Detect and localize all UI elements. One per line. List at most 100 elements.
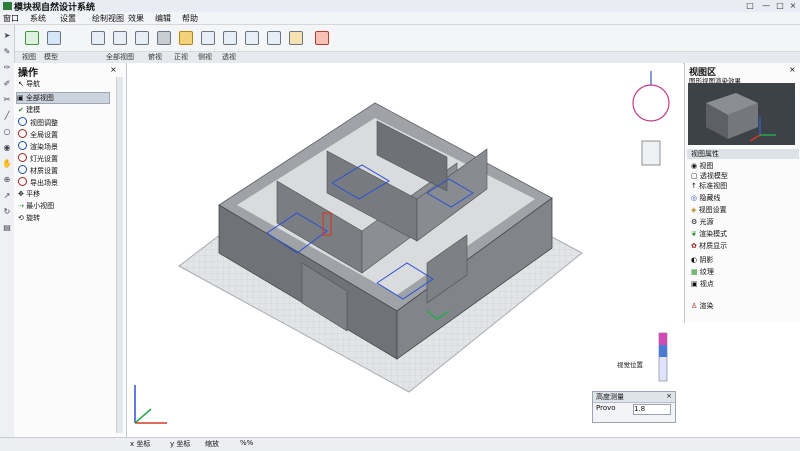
close-icon[interactable]: × xyxy=(110,65,117,74)
ops-item-all-views[interactable]: ▣ 全部视图 xyxy=(16,92,110,104)
tab-view[interactable]: 视图 xyxy=(22,52,36,62)
measure-tool-button[interactable] xyxy=(242,28,260,46)
section-header: 视图属性 xyxy=(687,149,799,159)
menu-draw-view[interactable]: 绘制视图 xyxy=(92,13,124,24)
select-icon xyxy=(25,31,39,45)
ops-scrollbar[interactable] xyxy=(116,77,123,433)
floorplan-3d-render xyxy=(134,71,670,424)
pencil-icon[interactable]: ✎ xyxy=(2,47,12,57)
tree-tool-button[interactable] xyxy=(312,28,330,46)
close-icon[interactable]: × xyxy=(789,65,796,74)
rp-item-hidden-line[interactable]: ◎ 隐藏线 xyxy=(691,193,720,203)
measure-dialog-title: 高度测量 xyxy=(596,393,624,401)
wall-tool-button[interactable] xyxy=(198,28,216,46)
circle-icon[interactable]: ○ xyxy=(2,127,12,137)
pen-icon[interactable]: ✑ xyxy=(2,63,12,73)
rp-item-render[interactable]: ♙ 渲染 xyxy=(691,301,714,311)
arrow-icon: ⇢ xyxy=(18,202,24,210)
axis-y-line xyxy=(134,408,152,424)
menu-edit[interactable]: 编辑 xyxy=(155,13,171,24)
circle-icon xyxy=(18,117,27,126)
rp-item-perspective[interactable]: ▢ 透视模型 xyxy=(691,171,728,181)
stamp-tool-button[interactable] xyxy=(176,28,194,46)
paint-icon xyxy=(267,31,281,45)
menu-window[interactable]: 窗口 xyxy=(3,13,19,24)
doc-tool-button[interactable] xyxy=(88,28,106,46)
eye-icon: ◉ xyxy=(691,162,698,170)
nav-icon: ↖ xyxy=(18,80,24,88)
select-tool-button[interactable] xyxy=(22,28,40,46)
layer-icon xyxy=(113,31,127,45)
cube-tool-button[interactable] xyxy=(154,28,172,46)
zoom-icon[interactable]: ⊕ xyxy=(2,175,12,185)
copy-tool-button[interactable] xyxy=(132,28,150,46)
edit-tool-button[interactable] xyxy=(220,28,238,46)
ops-item-light[interactable]: 灯光设置 xyxy=(18,153,58,164)
3d-viewport[interactable]: 视觉位置 xyxy=(127,63,683,437)
tab-perspective[interactable]: 透视 xyxy=(222,52,236,62)
ops-item-global[interactable]: 全局设置 xyxy=(18,129,58,140)
ops-item-pan[interactable]: ✥ 平移 xyxy=(18,189,40,199)
menu-help[interactable]: 帮助 xyxy=(182,13,198,24)
view-icon: ▣ xyxy=(17,94,24,102)
rp-item-standard[interactable]: ↑ 标准视图 xyxy=(691,181,727,191)
tab-all-views[interactable]: 全部视图 xyxy=(106,52,134,62)
eye-icon[interactable]: ◉ xyxy=(2,143,12,153)
rp-item-render-mode[interactable]: ❦ 渲染模式 xyxy=(691,229,727,239)
ops-item-render[interactable]: 渲染场景 xyxy=(18,141,58,152)
restore-button[interactable]: □ xyxy=(744,1,756,11)
settings-tool-button[interactable] xyxy=(286,28,304,46)
ops-item-view-adjust[interactable]: 视图调整 xyxy=(18,117,58,128)
rp-item-texture[interactable]: ▦ 纹理 xyxy=(691,267,714,277)
rp-item-viewpoint[interactable]: ▣ 视点 xyxy=(691,279,714,289)
measure-value-field[interactable]: 1.8 xyxy=(633,404,671,415)
ops-item-model[interactable]: ✔ 建模 xyxy=(18,105,40,115)
pointer-icon[interactable]: ➤ xyxy=(2,31,12,41)
cut-icon[interactable]: ✂ xyxy=(2,95,12,105)
menu-effect[interactable]: 效果 xyxy=(128,13,144,24)
minimize-button[interactable]: — xyxy=(760,1,772,11)
tab-side[interactable]: 侧视 xyxy=(198,52,212,62)
move-tool-button[interactable] xyxy=(44,28,62,46)
layer-tool-button[interactable] xyxy=(110,28,128,46)
close-icon[interactable]: × xyxy=(666,392,672,400)
status-percent: %% xyxy=(240,439,254,447)
main-toolbar xyxy=(14,25,800,52)
move-icon: ✥ xyxy=(18,190,24,198)
status-zoom: 缩放 xyxy=(205,440,219,448)
tree-icon xyxy=(315,31,329,45)
rp-item-shadow[interactable]: ◐ 阴影 xyxy=(691,255,713,265)
menu-settings[interactable]: 设置 xyxy=(60,13,76,24)
layer-icon[interactable]: ▤ xyxy=(2,223,12,233)
menu-system[interactable]: 系统 xyxy=(30,13,46,24)
rotate-icon[interactable]: ↻ xyxy=(2,207,12,217)
close-button[interactable]: × xyxy=(787,1,799,11)
rp-item-light[interactable]: ⚙ 光源 xyxy=(691,217,714,227)
rp-item-material[interactable]: ✿ 材质显示 xyxy=(691,241,727,251)
rp-item-view-settings[interactable]: ◈ 视图设置 xyxy=(691,205,727,215)
tab-front[interactable]: 正视 xyxy=(174,52,188,62)
hand-icon[interactable]: ✋ xyxy=(2,159,12,169)
ops-item-nav[interactable]: ↖ 导航 xyxy=(18,79,40,89)
circle-icon xyxy=(18,165,27,174)
app-logo-icon xyxy=(3,2,12,10)
maximize-button[interactable]: □ xyxy=(774,1,786,11)
paint-tool-button[interactable] xyxy=(264,28,282,46)
brush-icon[interactable]: ✐ xyxy=(2,79,12,89)
check-icon: ✔ xyxy=(18,106,24,114)
ops-item-material[interactable]: 材质设置 xyxy=(18,165,58,176)
ops-item-export[interactable]: 导出场景 xyxy=(18,177,58,188)
ops-item-min-view[interactable]: ⇢ 最小视图 xyxy=(18,201,54,211)
ops-item-rotate[interactable]: ⟲ 旋转 xyxy=(18,213,40,223)
gear-icon: ⚙ xyxy=(691,218,698,226)
measure-dialog-header: 高度测量 × xyxy=(593,392,675,403)
rp-item-view[interactable]: ◉ 视图 xyxy=(691,161,713,171)
doc-icon xyxy=(91,31,105,45)
line-icon[interactable]: ╱ xyxy=(2,111,12,121)
tab-top[interactable]: 俯视 xyxy=(148,52,162,62)
tab-model[interactable]: 模型 xyxy=(44,52,58,62)
left-toolstrip: ➤ ✎ ✑ ✐ ✂ ╱ ○ ◉ ✋ ⊕ ↗ ↻ ▤ xyxy=(0,25,15,437)
settings-icon xyxy=(289,31,303,45)
rotate-icon: ⟲ xyxy=(18,214,24,222)
arrow-icon[interactable]: ↗ xyxy=(2,191,12,201)
